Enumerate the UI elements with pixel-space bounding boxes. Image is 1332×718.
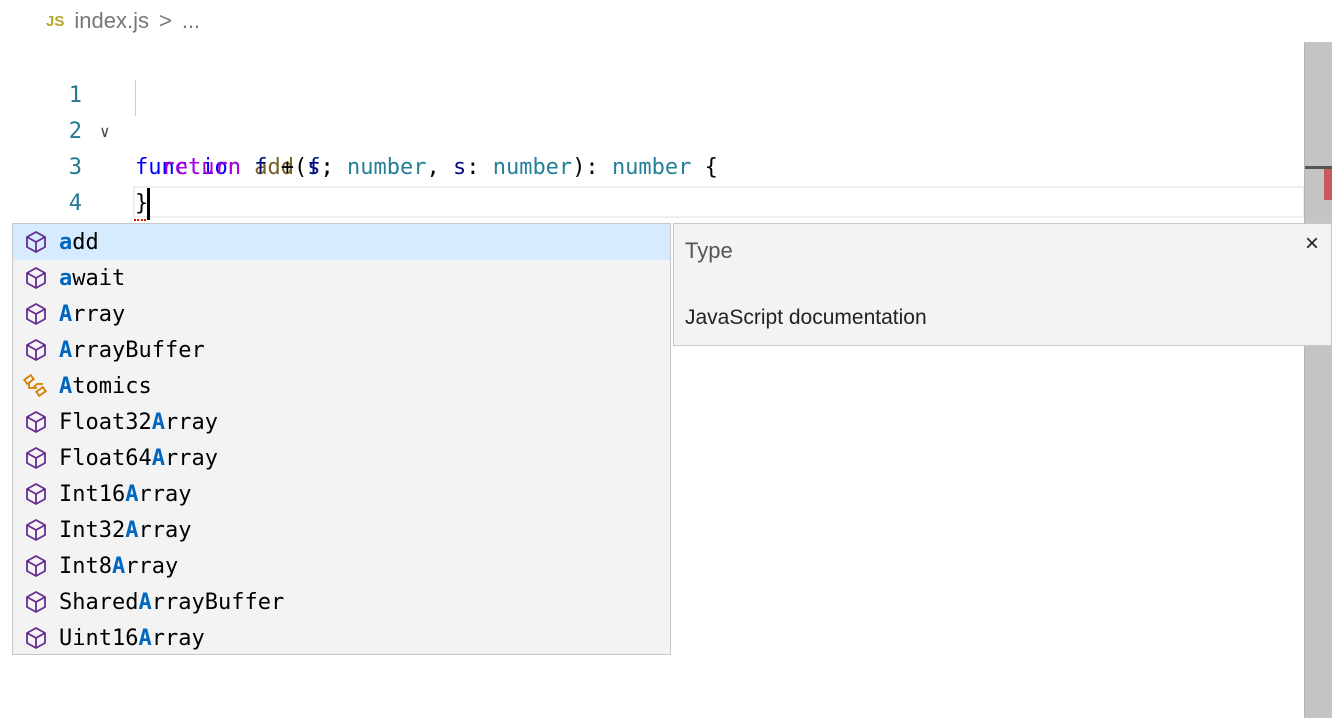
cube-icon <box>13 626 59 650</box>
scrollbar[interactable] <box>1304 42 1332 718</box>
namespace-icon <box>13 374 59 398</box>
operator: + <box>267 155 308 180</box>
suggest-details: Type JavaScript documentation × <box>673 223 1332 346</box>
suggest-widget: add await Array ArrayBuffer Atomics Float32Ar… <box>12 223 671 655</box>
suggestion-label: Array <box>59 301 126 327</box>
type: number <box>346 155 427 180</box>
line-number: 2 <box>68 119 82 144</box>
suggestion-item[interactable]: Atomics <box>13 368 670 404</box>
code-line-4[interactable]: 4 <box>0 150 82 216</box>
line-number: 4 <box>68 191 82 216</box>
suggestion-label: Atomics <box>59 373 152 399</box>
suggestion-label: await <box>59 265 126 291</box>
keyword: return <box>161 155 241 180</box>
return-type: number <box>611 155 692 180</box>
suggestion-item[interactable]: Int8Array <box>13 548 670 584</box>
line-number: 3 <box>68 155 82 180</box>
code-line-2[interactable]: 2 return f + s; <box>0 78 334 180</box>
identifier: f <box>254 155 268 180</box>
suggestion-label: add <box>59 229 99 255</box>
breadcrumb-more[interactable]: ... <box>182 8 200 34</box>
details-type: Type <box>685 238 733 263</box>
error-squiggle <box>134 214 146 221</box>
code-line-1[interactable]: 1 ∨ function add(f: number, s: number): … <box>0 42 718 180</box>
details-doc: JavaScript documentation <box>685 306 927 329</box>
breadcrumb: JS index.js > ... <box>46 8 200 34</box>
code-line-5[interactable]: 5 a <box>0 186 149 288</box>
indent-guide <box>135 80 136 116</box>
suggestion-item[interactable]: Uint16Array <box>13 620 670 656</box>
suggestion-label: ArrayBuffer <box>59 337 205 363</box>
line-number: 1 <box>68 83 82 108</box>
suggestion-label: Float32Array <box>59 409 218 435</box>
cube-icon <box>13 266 59 290</box>
cube-icon <box>13 554 59 578</box>
fold-chevron-icon[interactable]: ∨ <box>100 114 110 150</box>
suggestion-item[interactable]: Float64Array <box>13 440 670 476</box>
code-line-3[interactable]: 3 } <box>0 114 149 216</box>
identifier: s <box>307 155 321 180</box>
suggestion-label: Int16Array <box>59 481 192 507</box>
suggestion-item[interactable]: await <box>13 260 670 296</box>
cube-icon <box>13 410 59 434</box>
cube-icon <box>13 302 59 326</box>
suggestion-label: Uint16Array <box>59 625 205 651</box>
js-file-icon: JS <box>46 12 65 30</box>
suggestion-label: Float64Array <box>59 445 218 471</box>
suggestion-label: Int8Array <box>59 553 179 579</box>
cube-icon <box>13 446 59 470</box>
text-cursor <box>147 188 150 220</box>
close-icon[interactable]: × <box>1305 230 1319 258</box>
suggestion-item[interactable]: ArrayBuffer <box>13 332 670 368</box>
suggestion-label: SharedArrayBuffer <box>59 589 285 615</box>
cube-icon <box>13 518 59 542</box>
breadcrumb-file[interactable]: index.js <box>74 8 149 34</box>
cube-icon <box>13 230 59 254</box>
suggestion-item[interactable]: Float32Array <box>13 404 670 440</box>
cube-icon <box>13 590 59 614</box>
breadcrumb-separator: > <box>158 8 172 33</box>
error-marker <box>1324 169 1332 200</box>
param: s <box>452 155 467 180</box>
current-line-highlight <box>133 186 1305 218</box>
suggestion-item[interactable]: SharedArrayBuffer <box>13 584 670 620</box>
suggestion-item[interactable]: add <box>13 224 670 260</box>
cube-icon <box>13 338 59 362</box>
suggestion-label: Int32Array <box>59 517 192 543</box>
cube-icon <box>13 482 59 506</box>
suggestion-item[interactable]: Int16Array <box>13 476 670 512</box>
suggestion-item[interactable]: Int32Array <box>13 512 670 548</box>
suggestion-item[interactable]: Array <box>13 296 670 332</box>
type: number <box>492 155 573 180</box>
